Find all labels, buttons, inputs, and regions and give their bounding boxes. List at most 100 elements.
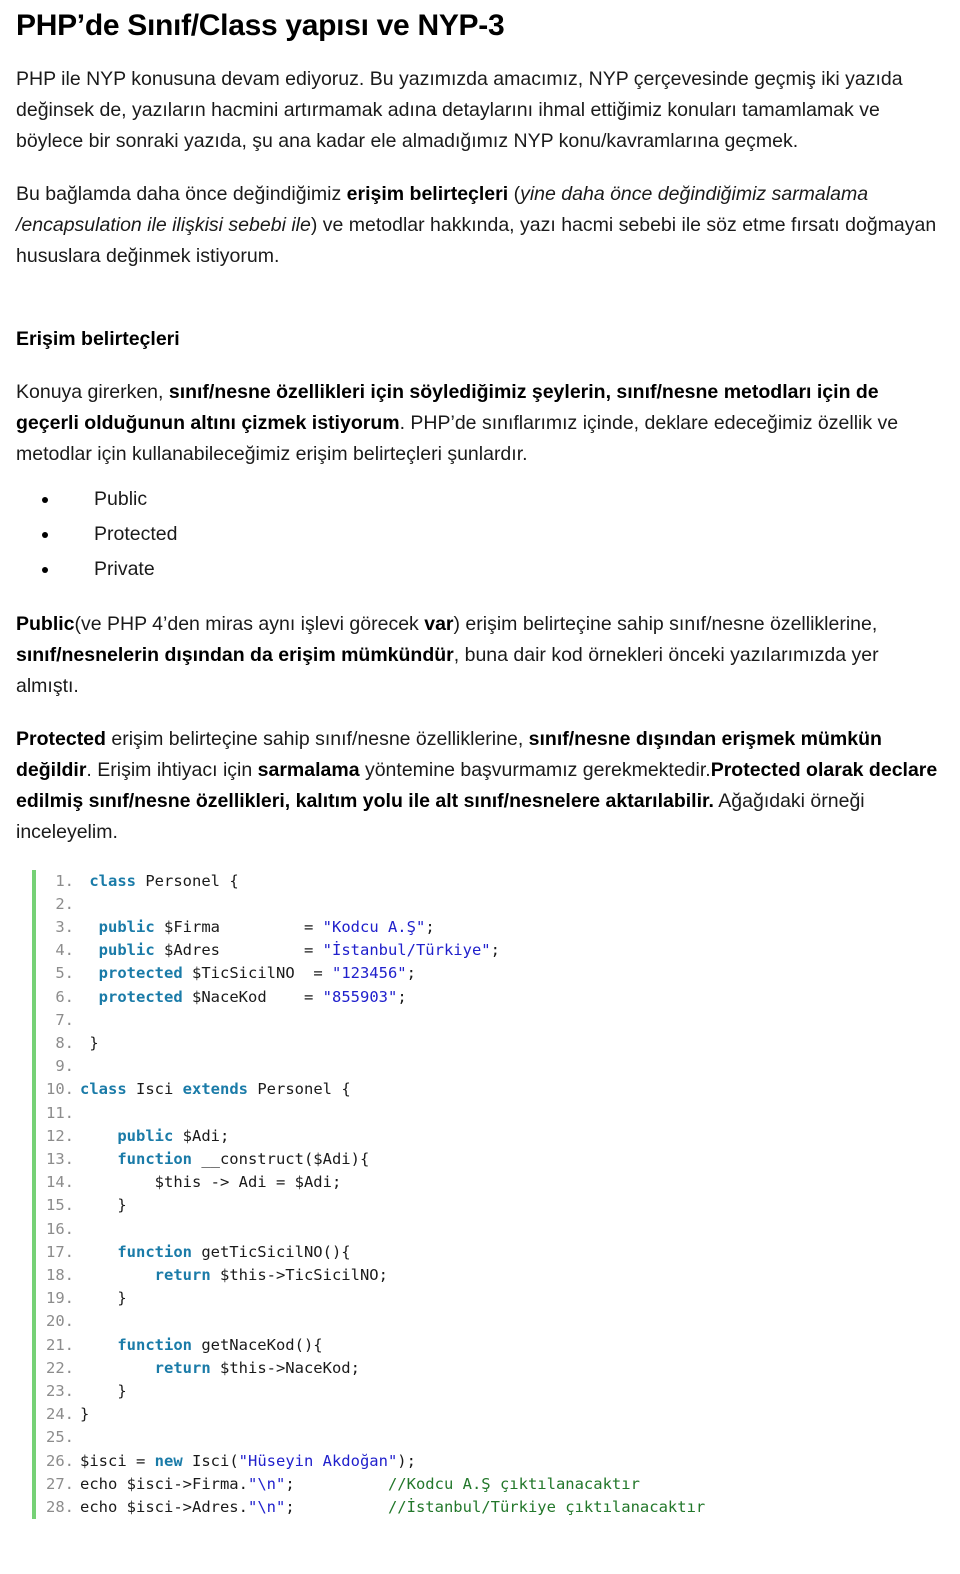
code-lines-container: 1. class Personel {2. 3. public $Firma =…	[32, 869, 942, 1520]
code-line-number: 13.	[46, 1149, 74, 1168]
code-line-number: 24.	[46, 1405, 74, 1424]
code-line-content: $isci = new Isci("Hüseyin Akdoğan");	[80, 1450, 416, 1473]
code-token: $this->TicSicilNO;	[210, 1265, 388, 1284]
code-line: 13. function __construct($Adi){	[36, 1148, 942, 1171]
code-line-content: function getNaceKod(){	[80, 1334, 323, 1357]
code-line: 8. }	[36, 1032, 942, 1055]
code-token: $NaceKod =	[182, 987, 323, 1006]
code-token: );	[397, 1451, 416, 1470]
code-line: 5. protected $TicSicilNO = "123456";	[36, 962, 942, 985]
code-line-content	[80, 1218, 89, 1241]
code-token: getNaceKod(){	[191, 1335, 323, 1354]
code-token: ;	[490, 941, 500, 960]
list-item: Private	[16, 552, 942, 587]
code-token: Personel {	[136, 871, 239, 890]
code-line: 4. public $Adres = "İstanbul/Türkiye";	[36, 939, 942, 962]
code-line-number: 19.	[46, 1289, 74, 1308]
code-line-number: 5.	[55, 964, 74, 983]
code-token: return	[154, 1358, 211, 1377]
code-line-content	[80, 1009, 89, 1032]
public-paragraph: Public(ve PHP 4’den miras aynı işlevi gö…	[16, 612, 879, 697]
code-token: "\n"	[247, 1474, 286, 1493]
code-line-number: 16.	[46, 1219, 74, 1238]
code-line: 23. }	[36, 1380, 942, 1403]
code-line-number: 17.	[46, 1242, 74, 1261]
code-line-number: 25.	[46, 1428, 74, 1447]
code-line: 15. }	[36, 1194, 942, 1217]
code-line: 12. public $Adi;	[36, 1125, 942, 1148]
code-token: protected	[98, 964, 183, 983]
code-token: Personel {	[248, 1080, 351, 1099]
code-line-content: protected $NaceKod = "855903";	[80, 986, 407, 1009]
code-token: "Hüseyin Akdoğan"	[238, 1451, 398, 1470]
code-token: class	[80, 1080, 127, 1099]
code-token: getTicSicilNO(){	[191, 1242, 351, 1261]
code-token: echo $isci->Adres.	[80, 1497, 248, 1516]
code-line-content: class Personel {	[80, 870, 239, 893]
code-line-content: function getTicSicilNO(){	[80, 1241, 351, 1264]
code-line-number: 23.	[46, 1381, 74, 1400]
code-line: 17. function getTicSicilNO(){	[36, 1241, 942, 1264]
code-line: 3. public $Firma = "Kodcu A.Ş";	[36, 916, 942, 939]
code-line: 24.}	[36, 1403, 942, 1426]
access-modifiers-paragraph: Konuya girerken, sınıf/nesne özellikleri…	[16, 380, 899, 465]
code-line-content	[80, 1310, 89, 1333]
code-line-number: 15.	[46, 1196, 74, 1215]
page-title: PHP’de Sınıf/Class yapısı ve NYP-3	[16, 9, 505, 42]
code-block-php: 1. class Personel {2. 3. public $Firma =…	[16, 869, 942, 1520]
code-token: "855903"	[322, 987, 398, 1006]
code-line-content: echo $isci->Adres."\n"; //İstanbul/Türki…	[80, 1496, 705, 1519]
code-line-content: echo $isci->Firma."\n"; //Kodcu A.Ş çıkt…	[80, 1473, 640, 1496]
code-token: $this->NaceKod;	[210, 1358, 360, 1377]
code-token: $this -> Adi = $Adi;	[80, 1173, 342, 1192]
code-token: }	[80, 1405, 90, 1424]
code-line-content	[80, 1426, 89, 1449]
code-token: function	[117, 1149, 192, 1168]
code-line-content: }	[80, 1032, 98, 1055]
protected-paragraph: Protected erişim belirteçine sahip sınıf…	[16, 727, 938, 843]
code-token: return	[154, 1265, 211, 1284]
code-line-number: 9.	[55, 1057, 74, 1076]
code-line: 22. return $this->NaceKod;	[36, 1357, 942, 1380]
code-line-number: 14.	[46, 1173, 74, 1192]
code-line-content: class Isci extends Personel {	[80, 1078, 351, 1101]
code-token: }	[80, 1196, 127, 1215]
code-line-content: return $this->TicSicilNO;	[80, 1264, 388, 1287]
code-line: 9.	[36, 1055, 942, 1078]
code-token: class	[89, 871, 137, 890]
list-item: Protected	[16, 517, 942, 552]
code-line-number: 1.	[55, 871, 74, 890]
code-line-content: public $Firma = "Kodcu A.Ş";	[80, 916, 435, 939]
code-token: Isci(	[182, 1451, 239, 1470]
code-line-number: 10.	[46, 1080, 74, 1099]
code-token: "123456"	[331, 964, 407, 983]
code-token: $TicSicilNO =	[182, 964, 332, 983]
code-line: 10. class Isci extends Personel {	[36, 1078, 942, 1101]
code-line-number: 28.	[46, 1497, 74, 1516]
code-line-number: 27.	[46, 1474, 74, 1493]
code-token: $Adi;	[173, 1126, 230, 1145]
code-line-content: }	[80, 1194, 127, 1217]
code-line-content: return $this->NaceKod;	[80, 1357, 360, 1380]
code-token: extends	[182, 1080, 248, 1099]
code-line-content	[80, 1102, 89, 1125]
code-line-number: 3.	[55, 917, 74, 936]
code-line-content: $this -> Adi = $Adi;	[80, 1171, 342, 1194]
code-token: function	[117, 1335, 192, 1354]
code-token: public	[98, 917, 155, 936]
code-line-number: 7.	[55, 1010, 74, 1029]
